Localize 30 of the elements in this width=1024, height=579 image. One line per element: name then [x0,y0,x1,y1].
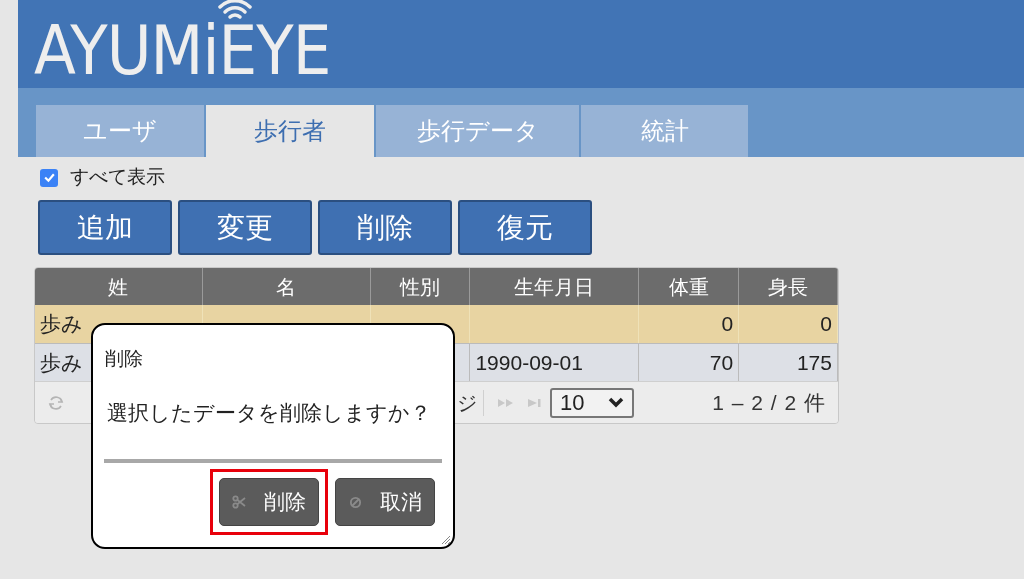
scissors-icon [232,495,246,509]
show-all-checkbox[interactable] [40,168,58,187]
table-cell-text: 0 [721,311,734,338]
refresh-icon[interactable] [47,393,65,412]
dialog-button[interactable]: 削除 [219,478,319,526]
tab[interactable]: 歩行者 [206,105,374,157]
page-size-select[interactable]: 10 [550,387,634,418]
last-page-icon[interactable] [528,397,542,408]
show-all-label: すべて表示 [70,165,165,190]
dialog-button[interactable]: 取消 [335,478,435,526]
table-cell-text: 0 [820,311,832,338]
table-cell-text: 70 [709,349,734,376]
dialog-title: 削除 [105,347,143,371]
toolbar-button[interactable]: 復元 [458,200,592,255]
table-cell-text: 歩み [40,311,83,338]
chevron-down-icon [608,397,624,408]
check-icon [42,171,56,184]
toolbar-button[interactable]: 追加 [38,200,172,255]
ban-icon [348,495,362,509]
resize-grip-icon[interactable] [441,535,451,545]
table-cell-text: 歩み [40,349,83,376]
dialog-message: 選択したデータを削除しますか？ [107,400,431,426]
toolbar-button[interactable]: 変更 [178,200,312,255]
toolbar-button[interactable]: 削除 [318,200,452,255]
table-cell-text: 1990-09-01 [475,349,583,376]
next-page-icon[interactable] [498,397,514,408]
page-summary: 1 – 2 / 2 件 [712,389,826,416]
page-label: ジ [457,390,477,416]
logo: AYUMiEYE [34,24,331,82]
table-cell-text: 175 [796,349,832,376]
